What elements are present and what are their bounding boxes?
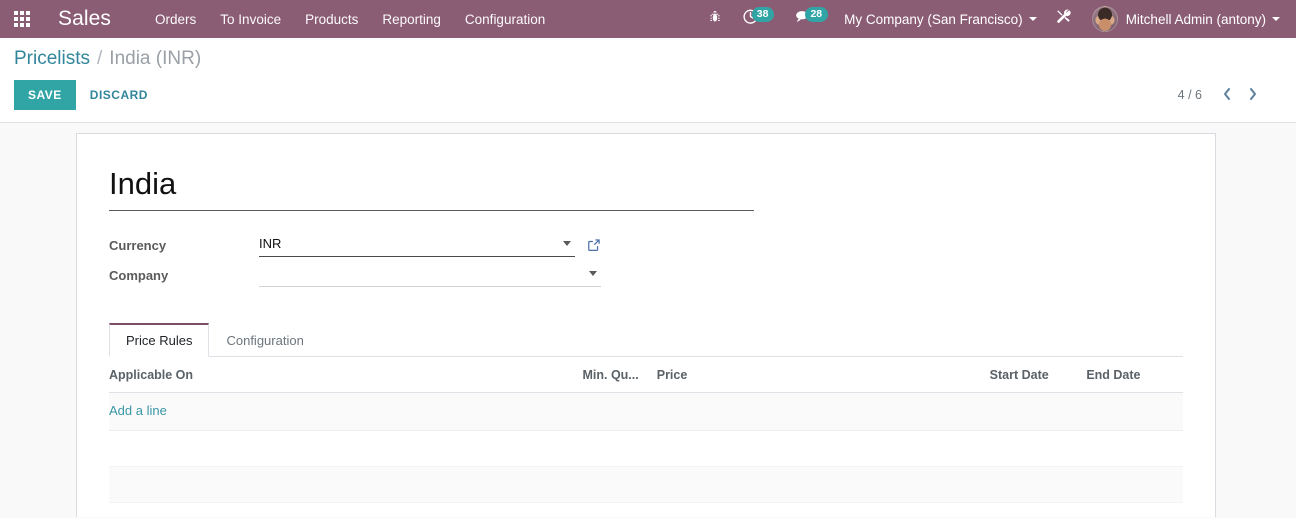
currency-internal-link-button[interactable] [587, 238, 601, 252]
tab-configuration[interactable]: Configuration [209, 323, 320, 357]
menu-item-configuration[interactable]: Configuration [453, 2, 557, 37]
currency-field-control [259, 233, 601, 257]
notebook: Price Rules Configuration Applicable On … [109, 323, 1183, 517]
menu-item-orders[interactable]: Orders [143, 2, 208, 37]
table-row [109, 430, 1183, 467]
save-button[interactable]: SAVE [14, 80, 76, 110]
messages-count-badge: 28 [805, 6, 829, 22]
menu-item-to-invoice[interactable]: To Invoice [208, 2, 293, 37]
company-name-label: My Company (San Francisco) [844, 11, 1023, 27]
price-rules-table-head: Applicable On Min. Qu... Price Start Dat… [109, 357, 1183, 393]
record-title-wrapper [109, 152, 1183, 211]
tab-price-rules[interactable]: Price Rules [109, 323, 210, 357]
form-view-container: Currency Company [0, 123, 1296, 517]
add-line-row[interactable]: Add a line [109, 392, 1183, 431]
user-menu[interactable]: Mitchell Admin (antony) [1082, 6, 1286, 32]
breadcrumb: Pricelists / India (INR) [14, 38, 1282, 72]
bug-icon [708, 10, 722, 29]
breadcrumb-parent-pricelists[interactable]: Pricelists [14, 48, 90, 70]
external-link-icon [588, 239, 600, 251]
pager-next-button[interactable] [1240, 87, 1266, 104]
chevron-down-icon [1028, 17, 1037, 21]
notebook-tabs: Price Rules Configuration [109, 323, 1183, 357]
pricelist-name-input[interactable] [109, 166, 754, 211]
debug-tools-button[interactable] [1045, 0, 1082, 38]
discard-button[interactable]: DISCARD [76, 80, 162, 110]
company-label: Company [109, 267, 169, 283]
apps-grid-icon [14, 11, 30, 27]
control-panel: Pricelists / India (INR) SAVE DISCARD 4 … [0, 38, 1296, 123]
systray: 38 28 My Company (San Francisco) Mitchel… [698, 0, 1296, 38]
apps-menu-button[interactable] [0, 0, 44, 38]
menu-item-products[interactable]: Products [293, 2, 370, 37]
user-name-label: Mitchell Admin (antony) [1125, 11, 1266, 27]
price-rules-table: Applicable On Min. Qu... Price Start Dat… [109, 357, 1183, 517]
add-a-line-link[interactable]: Add a line [109, 403, 167, 418]
price-rules-table-body: Add a line [109, 392, 1183, 517]
main-menu: Orders To Invoice Products Reporting Con… [143, 2, 557, 37]
column-header-end-date: End Date [1086, 357, 1183, 393]
chevron-down-icon [1272, 17, 1280, 21]
breadcrumb-separator: / [97, 48, 103, 69]
table-header-row: Applicable On Min. Qu... Price Start Dat… [109, 357, 1183, 393]
column-header-price: Price [656, 357, 990, 393]
pager-counter: 4 / 6 [1177, 88, 1202, 102]
control-panel-actions: SAVE DISCARD 4 / 6 [14, 72, 1282, 122]
column-header-min-quantity: Min. Qu... [560, 357, 657, 393]
form-sheet: Currency Company [76, 133, 1216, 517]
column-header-applicable-on: Applicable On [109, 357, 561, 393]
messages-button[interactable]: 28 [784, 0, 838, 38]
field-row-currency: Currency [109, 231, 1183, 259]
tools-wrench-icon [1055, 8, 1072, 30]
top-navbar: Sales Orders To Invoice Products Reporti… [0, 0, 1296, 38]
app-brand-sales[interactable]: Sales [44, 7, 125, 31]
table-row [109, 466, 1183, 503]
menu-item-reporting[interactable]: Reporting [370, 2, 453, 37]
company-switcher[interactable]: My Company (San Francisco) [838, 12, 1045, 27]
form-fields-group: Currency Company [109, 231, 1183, 289]
table-row [109, 502, 1183, 517]
chevron-right-icon [1250, 87, 1256, 100]
activities-count-badge: 38 [751, 6, 775, 22]
company-field-control [259, 263, 601, 287]
company-input[interactable] [259, 263, 601, 287]
breadcrumb-current-record: India (INR) [109, 48, 202, 69]
add-line-cell: Add a line [109, 392, 1183, 431]
record-pager: 4 / 6 [1178, 87, 1282, 104]
avatar [1091, 6, 1118, 32]
chevron-left-icon [1224, 87, 1230, 100]
pager-previous-button[interactable] [1214, 87, 1240, 104]
field-row-company: Company [109, 261, 1183, 289]
activities-button[interactable]: 38 [732, 0, 785, 38]
currency-input[interactable] [259, 233, 575, 257]
column-header-start-date: Start Date [989, 357, 1087, 393]
currency-label: Currency [109, 237, 167, 253]
bug-report-button[interactable] [698, 0, 732, 38]
